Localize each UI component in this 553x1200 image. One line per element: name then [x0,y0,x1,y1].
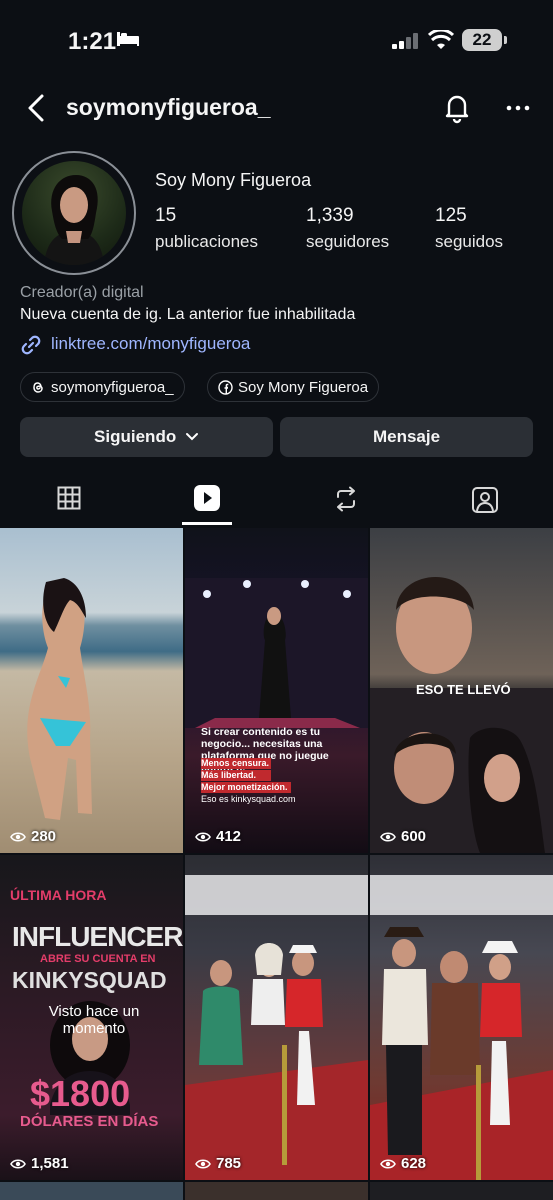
reel-thumbnail [27,578,93,820]
facebook-chip-label: Soy Mony Figueroa [238,379,369,396]
tab-grid[interactable] [0,478,138,526]
stat-following-value: 125 [435,205,467,226]
reel-views: 280 [10,828,56,845]
reel-thumbnail [185,578,368,728]
eye-icon [195,832,211,842]
profile-tabs [0,478,553,526]
reel-bullet: Menos censura. [201,758,271,769]
cellular-signal-icon [392,33,418,49]
eye-icon [380,832,396,842]
back-arrow-icon[interactable] [22,92,52,124]
reel-views-count: 628 [401,1155,427,1172]
tab-tagged[interactable] [414,478,552,526]
facebook-icon [218,380,233,395]
message-button[interactable]: Mensaje [280,417,533,457]
avatar-figure [44,175,104,265]
reel-amount: $1800 [30,1073,131,1114]
reel-views: 1,581 [10,1155,69,1172]
seen-label: Visto hace un momento [48,1003,140,1037]
stat-posts[interactable]: 15 publicaciones [155,205,258,252]
reel-tile[interactable] [0,1182,183,1200]
eye-icon [10,1159,26,1169]
stat-followers-value: 1,339 [306,205,354,226]
reel-caption: ESO TE LLEVÓ [416,682,511,697]
stat-posts-value: 15 [155,205,177,226]
reel-footer: Eso es kinkysquad.com [201,794,296,804]
stat-posts-label: publicaciones [155,232,259,251]
reel-bullet: Más libertad. [201,770,271,781]
reel-tile[interactable]: Si crear contenido es tu negocio... nece… [185,528,368,853]
threads-icon [33,382,43,393]
status-time: 1:21 [68,28,117,55]
eye-icon [380,1159,396,1169]
notification-bell-icon[interactable] [440,90,474,124]
reels-icon [194,485,220,511]
profile-username: soymonyfigueroa_ [66,94,271,120]
reel-views: 412 [195,828,241,845]
message-button-label: Mensaje [372,427,441,446]
eye-icon [195,1159,211,1169]
reel-views-count: 785 [216,1155,242,1172]
tab-reposts[interactable] [276,478,414,526]
profile-category: Creador(a) digital [20,284,144,301]
eye-icon [10,832,26,842]
stat-following-label: seguidos [435,232,504,251]
stat-followers-label: seguidores [306,232,390,251]
chevron-down-icon [185,433,198,441]
reels-grid: 280 Si crear contenido es tu negocio... … [0,528,553,1200]
following-button[interactable]: Siguiendo [20,417,273,457]
reel-views-count: 280 [31,828,57,845]
reel-tile[interactable] [370,1182,553,1200]
sleep-focus-icon [117,32,139,46]
reel-tile[interactable]: ÚLTIMA HORA INFLUENCER ABRE SU CUENTA EN… [0,855,183,1180]
reel-views: 628 [380,1155,426,1172]
tab-reels[interactable] [138,478,276,526]
facebook-chip[interactable]: Soy Mony Figueroa [207,372,380,402]
battery-tip [504,36,507,44]
profile-bio: Nueva cuenta de ig. La anterior fue inha… [20,306,356,323]
status-bar: 1:21 22 [0,0,553,80]
avatar-photo [22,161,126,265]
link-icon [21,335,41,355]
reel-bullet: Mejor monetización. [201,782,291,793]
following-button-label: Siguiendo [94,427,177,446]
reel-thumbnail [185,875,368,1180]
reel-tile[interactable]: 280 [0,528,183,853]
reel-views-count: 1,581 [31,1155,69,1172]
reposts-icon [337,486,355,512]
reel-tile[interactable]: 785 [185,855,368,1180]
profile-avatar[interactable] [12,151,136,275]
profile-header: soymonyfigueroa_ [0,80,553,136]
grid-icon [57,486,81,510]
reel-views: 600 [380,828,426,845]
battery-indicator: 22 [462,29,502,51]
reel-views-count: 412 [216,828,242,845]
reel-views-count: 600 [401,828,427,845]
reel-tile[interactable] [185,1182,368,1200]
threads-chip-label: soymonyfigueroa_ [51,379,174,396]
threads-chip[interactable]: soymonyfigueroa_ [20,372,185,402]
reel-amount-sub: DÓLARES EN DÍAS [20,1113,159,1130]
stat-followers[interactable]: 1,339 seguidores [306,205,389,252]
active-tab-indicator [182,522,232,525]
tagged-icon [472,487,498,513]
stat-following[interactable]: 125 seguidos [435,205,503,252]
reel-tile[interactable]: 628 [370,855,553,1180]
profile-link-text: linktree.com/monyfigueroa [51,334,251,353]
reel-tile[interactable]: ESO TE LLEVÓ 600 [370,528,553,853]
profile-display-name: Soy Mony Figueroa [155,170,312,190]
reel-thumbnail [370,875,553,1180]
reel-views: 785 [195,1155,241,1172]
wifi-icon [428,30,454,49]
more-options-icon[interactable] [505,95,531,121]
